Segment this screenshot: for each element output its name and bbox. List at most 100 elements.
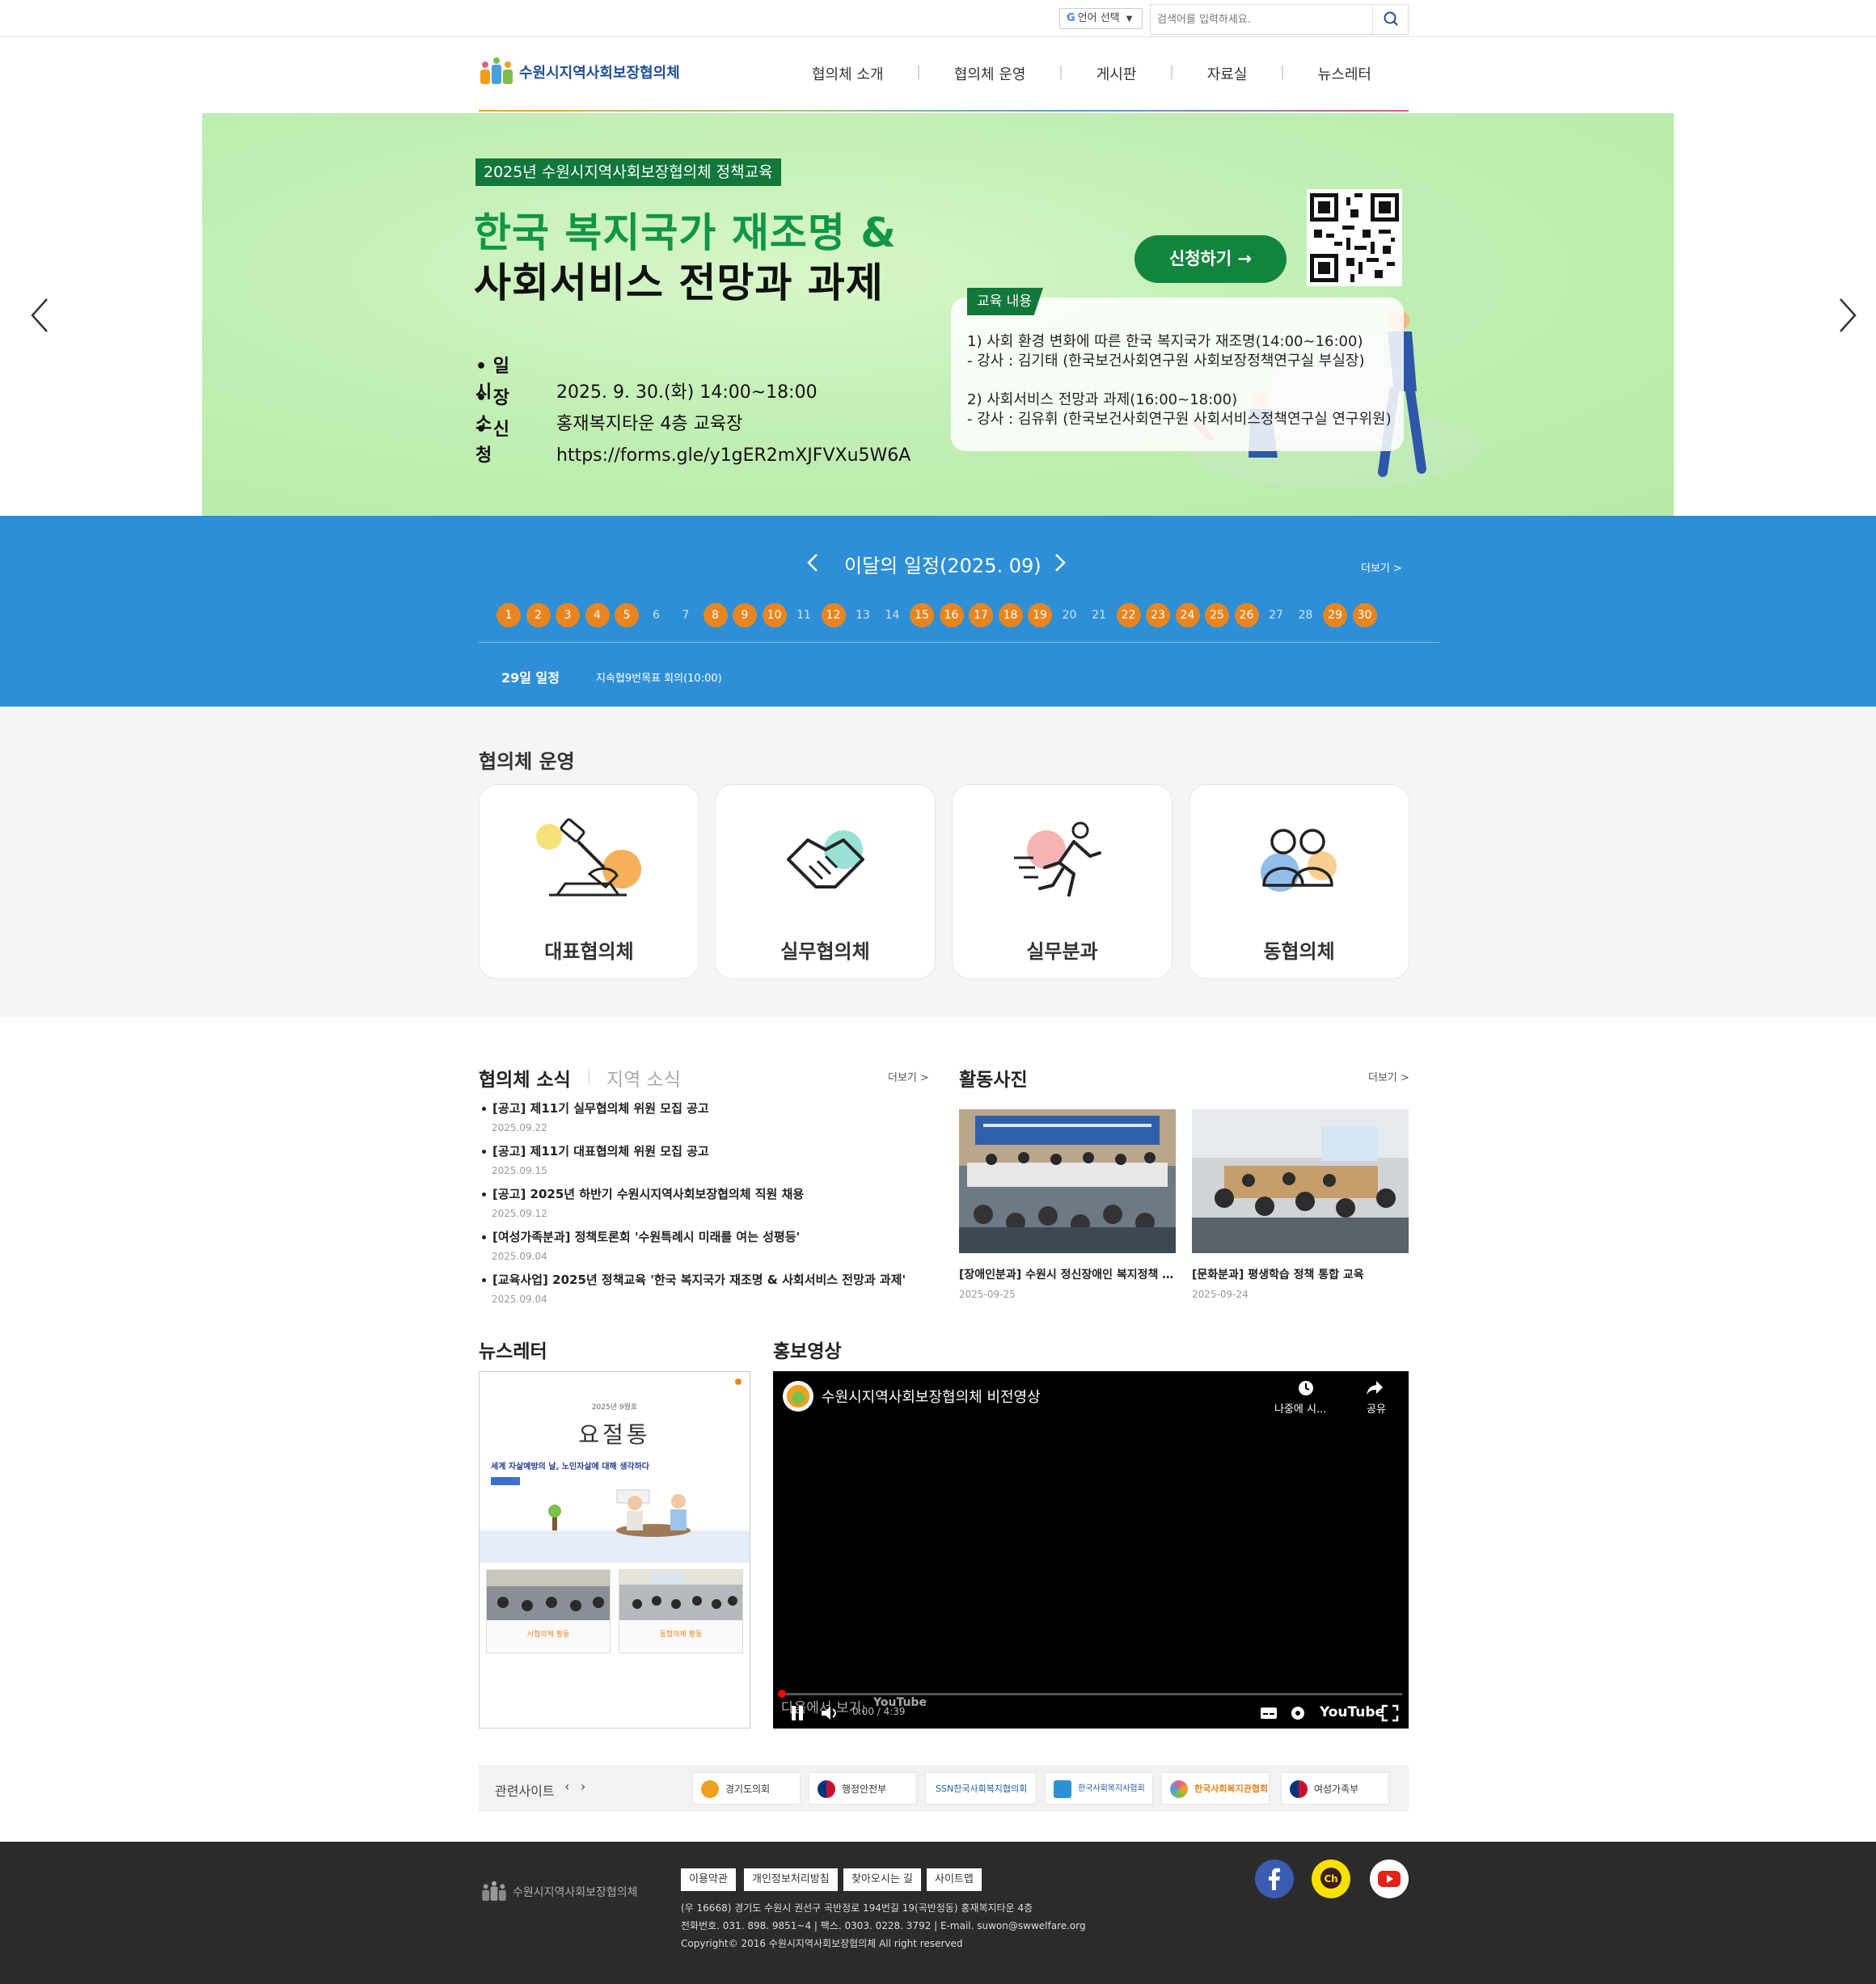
schedule-day[interactable]: 1	[496, 603, 521, 627]
schedule-day[interactable]: 17	[969, 603, 993, 627]
video-title[interactable]: 수원시지역사회보장협의체 비전영상	[822, 1386, 1041, 1407]
schedule-day[interactable]: 13	[851, 603, 875, 627]
site-logo[interactable]: 수원시지역사회보장협의체	[479, 57, 680, 87]
schedule-day[interactable]: 24	[1175, 603, 1200, 627]
news-item-title[interactable]: [여성가족분과] 정책토론회 '수원특례시 미래를 여는 성평등'	[482, 1228, 800, 1245]
news-item-title[interactable]: [공고] 2025년 하반기 수원시지역사회보장협의체 직원 채용	[482, 1185, 804, 1202]
schedule-day[interactable]: 15	[910, 603, 934, 627]
photos-more-link[interactable]: 더보기 >	[1368, 1069, 1409, 1084]
schedule-day[interactable]: 8	[703, 603, 728, 627]
footer-link-privacy[interactable]: 개인정보처리방침	[744, 1868, 838, 1891]
schedule-event[interactable]: 지속협9번목표 회의(10:00)	[596, 669, 722, 685]
photo-caption[interactable]: [장애인분과] 수원시 정신장애인 복지정책 …	[959, 1266, 1177, 1282]
card-dong-council[interactable]: 동협의체	[1189, 784, 1409, 979]
share-icon[interactable]	[1365, 1379, 1384, 1397]
news-more-link[interactable]: 더보기 >	[888, 1069, 929, 1084]
site-logo-icon	[1290, 1780, 1308, 1798]
schedule-day[interactable]: 14	[881, 603, 905, 627]
activity-photo-1[interactable]	[959, 1109, 1176, 1253]
youtube-icon[interactable]	[1370, 1859, 1409, 1898]
schedule-day[interactable]: 19	[1028, 603, 1052, 627]
schedule-day[interactable]: 26	[1234, 603, 1259, 627]
schedule-day[interactable]: 25	[1205, 603, 1229, 627]
related-site-link[interactable]: 한국사회복지관협회	[1161, 1772, 1270, 1805]
footer-link-directions[interactable]: 찾아오시는 길	[843, 1868, 921, 1891]
info-value[interactable]: https://forms.gle/y1gER2mXJFVXu5W6A	[556, 445, 911, 466]
schedule-day[interactable]: 11	[792, 603, 816, 627]
banner-next-arrow[interactable]	[1831, 296, 1863, 335]
schedule-more-link[interactable]: 더보기 >	[1361, 559, 1402, 575]
subtitles-icon[interactable]	[1260, 1706, 1278, 1720]
related-site-link[interactable]: 경기도의회	[692, 1772, 801, 1805]
related-site-link[interactable]: 여성가족부	[1281, 1772, 1389, 1805]
banner-prev-arrow[interactable]	[24, 296, 57, 335]
newsletter-preview[interactable]: 2025년 9월호 요절통 세계 자살예방의 날, 노인자살에 대해 생각하다 …	[479, 1371, 750, 1729]
youtube-logo[interactable]: YouTube	[1320, 1704, 1384, 1720]
search-icon	[1384, 11, 1398, 26]
newsletter-heading: 요절통	[578, 1421, 651, 1448]
nav-item-operation[interactable]: 협의체 운영	[943, 63, 1037, 84]
nav-item-newsletter[interactable]: 뉴스레터	[1307, 63, 1383, 84]
photo-caption[interactable]: [문화분과] 평생학습 정책 통합 교육	[1192, 1266, 1410, 1282]
channel-avatar[interactable]	[783, 1381, 813, 1412]
schedule-day[interactable]: 21	[1087, 603, 1111, 627]
settings-gear-icon[interactable]	[1289, 1704, 1307, 1722]
related-site-link[interactable]: 행정안전부	[809, 1772, 917, 1805]
related-next-icon[interactable]: ›	[581, 1779, 585, 1794]
related-site-link[interactable]: 한국사회복지사협회	[1045, 1772, 1153, 1805]
search-input[interactable]	[1151, 5, 1373, 34]
search-button[interactable]	[1372, 5, 1408, 34]
education-content-label: 교육 내용	[967, 288, 1043, 315]
youtube-brand-overlay[interactable]: YouTube	[873, 1696, 927, 1709]
news-item-title[interactable]: [교육사업] 2025년 정책교육 '한국 복지국가 재조명 & 사회서비스 전…	[482, 1271, 906, 1288]
card-working-subcommittee[interactable]: 실무분과	[952, 784, 1172, 979]
related-site-link[interactable]: SSN한국사회복지협의회	[925, 1772, 1037, 1805]
schedule-day[interactable]: 6	[644, 603, 669, 627]
schedule-day[interactable]: 23	[1146, 603, 1170, 627]
fullscreen-icon[interactable]	[1381, 1704, 1399, 1722]
news-item-title[interactable]: [공고] 제11기 대표협의체 위원 모집 공고	[482, 1142, 709, 1159]
tab-council-news[interactable]: 협의체 소식	[479, 1064, 571, 1091]
schedule-day[interactable]: 20	[1058, 603, 1082, 627]
nav-item-library[interactable]: 자료실	[1196, 63, 1259, 84]
schedule-day[interactable]: 4	[585, 603, 610, 627]
video-progress-bar[interactable]	[780, 1693, 1402, 1695]
news-item-title[interactable]: [공고] 제11기 실무협의체 위원 모집 공고	[482, 1100, 709, 1117]
schedule-day[interactable]: 22	[1116, 603, 1141, 627]
clock-icon[interactable]	[1297, 1379, 1315, 1397]
schedule-prev-month[interactable]	[804, 551, 823, 574]
schedule-day[interactable]: 7	[674, 603, 698, 627]
facebook-icon[interactable]	[1255, 1859, 1294, 1898]
footer-copyright: Copyright© 2016 수원시지역사회보장협의체 All right r…	[681, 1938, 963, 1949]
volume-icon[interactable]	[820, 1704, 839, 1722]
nav-item-about[interactable]: 협의체 소개	[801, 63, 895, 84]
language-select[interactable]: G 언어 선택 ▼	[1059, 8, 1143, 29]
svg-text:Ch: Ch	[1324, 1873, 1337, 1885]
schedule-day[interactable]: 3	[556, 603, 580, 627]
schedule-day[interactable]: 9	[733, 603, 757, 627]
apply-button[interactable]: 신청하기 →	[1134, 235, 1287, 283]
schedule-day[interactable]: 12	[821, 603, 846, 627]
schedule-day[interactable]: 30	[1352, 603, 1377, 627]
nav-item-board[interactable]: 게시판	[1085, 63, 1148, 84]
schedule-day[interactable]: 5	[615, 603, 639, 627]
schedule-next-month[interactable]	[1050, 551, 1069, 574]
footer-link-sitemap[interactable]: 사이트맵	[927, 1868, 982, 1891]
schedule-day[interactable]: 10	[762, 603, 787, 627]
activity-photo-2[interactable]	[1192, 1109, 1409, 1253]
schedule-day[interactable]: 16	[939, 603, 964, 627]
arrow-right-icon: →	[1237, 249, 1253, 268]
related-prev-icon[interactable]: ‹	[564, 1779, 569, 1794]
schedule-day[interactable]: 27	[1264, 603, 1288, 627]
schedule-day[interactable]: 28	[1294, 603, 1318, 627]
card-representative-council[interactable]: 대표협의체	[479, 784, 699, 979]
card-working-council[interactable]: 실무협의체	[715, 784, 936, 979]
schedule-day[interactable]: 2	[526, 603, 551, 627]
pause-icon[interactable]	[789, 1704, 805, 1722]
schedule-day[interactable]: 18	[998, 603, 1023, 627]
kakao-channel-icon[interactable]: Ch	[1312, 1859, 1350, 1898]
footer-link-terms[interactable]: 이용약관	[681, 1868, 736, 1891]
youtube-player[interactable]: 수원시지역사회보장협의체 비전영상 나중에 시... 공유 다음에서 보기: 0…	[773, 1371, 1409, 1729]
schedule-day[interactable]: 29	[1323, 603, 1347, 627]
tab-local-news[interactable]: 지역 소식	[606, 1064, 681, 1091]
